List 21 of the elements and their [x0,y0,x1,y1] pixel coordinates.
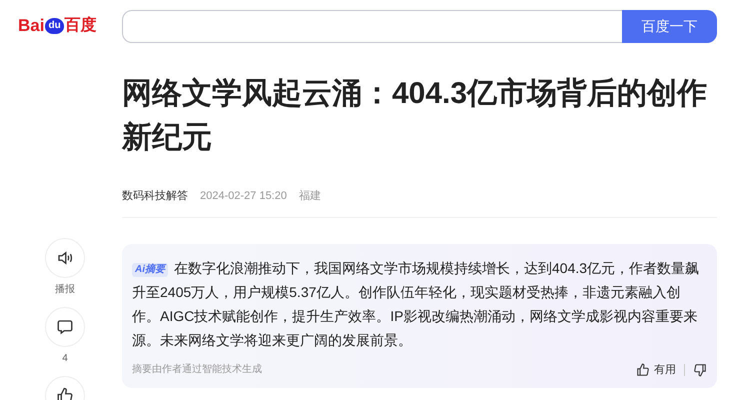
baidu-logo[interactable]: Bai du 百度 [18,13,122,39]
ai-summary-badge: Ai摘要 [132,262,168,276]
thumbs-up-icon [636,362,650,377]
comment-icon [56,318,74,336]
thumbs-down-button[interactable] [693,362,707,377]
publish-time: 2024-02-27 15:20 [200,189,287,204]
summary-note: 摘要由作者通过智能技术生成 [132,362,263,378]
thumbs-up-icon [56,387,74,400]
author-name[interactable]: 数码科技解答 [122,188,188,204]
rail-label: 播报 [55,282,75,297]
speaker-button[interactable] [45,238,85,278]
location: 福建 [298,189,321,204]
comment-button[interactable] [45,307,85,347]
article-title: 网络文学风起云涌：404.3亿市场背后的创作新纪元 [122,76,708,156]
summary-text: Ai摘要 在数字化浪潮推动下，我国网络文学市场规模持续增长，达到404.3亿元，作者数量飙升至2405万人，用户规模5.37亿人。创作队伍年轻化，现实题材受热捧，非遗元素融入创作。AIGC技术赋能创作，提升生产效率。IP影视改编热潮涌动，网络文学成影视内容重要来源。未来网络文学将迎来更广阔的发展前景。 [132,258,700,350]
search-button[interactable]: 百度一下 [622,10,717,42]
thumbs-down-icon [693,362,707,377]
search-field[interactable] [122,10,622,42]
rail-label: 4 [62,352,68,366]
speaker-icon [56,249,74,267]
useful-button[interactable]: 有用 [636,362,676,378]
